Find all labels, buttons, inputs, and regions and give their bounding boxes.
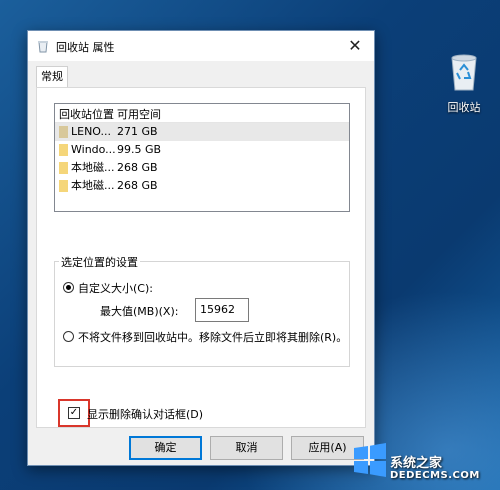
list-item[interactable]: LENO... 271 GB [55, 123, 349, 141]
list-item[interactable]: 本地磁... 268 GB [55, 159, 349, 177]
watermark: 系统之家 DEDECMS.COM [346, 418, 500, 490]
list-header: 回收站位置 可用空间 [55, 104, 349, 123]
recycle-bin-small-icon [38, 41, 48, 53]
recycle-bin-properties-dialog: 回收站 属性 ✕ 常规 回收站位置 可用空间 LENO... 271 GB Wi… [27, 30, 375, 466]
recycle-bin-icon [451, 54, 477, 91]
max-size-label: 最大值(MB)(X): [100, 305, 179, 318]
free-space-value: 271 GB [117, 125, 158, 138]
custom-size-label[interactable]: 自定义大小(C): [78, 280, 153, 296]
location-name: Windo... [71, 143, 116, 156]
tab-general[interactable]: 常规 [36, 66, 68, 88]
no-move-label[interactable]: 不将文件移到回收站中。移除文件后立即将其删除(R)。 [78, 329, 347, 345]
selected-location-settings: 选定位置的设置 自定义大小(C): 最大值(MB)(X): 15962 不将文件… [54, 254, 350, 367]
settings-legend: 选定位置的设置 [59, 254, 140, 270]
column-header-free-space[interactable]: 可用空间 [117, 106, 161, 122]
title-bar: 回收站 属性 ✕ [28, 31, 374, 61]
ok-button[interactable]: 确定 [129, 436, 202, 460]
no-move-radio[interactable] [63, 331, 74, 342]
custom-size-radio[interactable] [63, 282, 74, 293]
free-space-value: 99.5 GB [117, 143, 162, 156]
recycle-bin-label: 回收站 [447, 101, 481, 114]
general-tab-panel: 回收站位置 可用空间 LENO... 271 GB Windo... 99.5 … [36, 87, 366, 428]
confirm-delete-checkbox[interactable]: ✓ [68, 407, 80, 419]
desktop-recycle-bin[interactable]: 回收站 [436, 52, 492, 115]
folder-icon [59, 162, 68, 174]
cancel-button[interactable]: 取消 [210, 436, 283, 460]
folder-icon [59, 144, 68, 156]
folder-icon [59, 180, 68, 192]
windows-logo-icon [354, 443, 386, 477]
free-space-value: 268 GB [117, 179, 158, 192]
location-list[interactable]: 回收站位置 可用空间 LENO... 271 GB Windo... 99.5 … [54, 103, 350, 212]
close-button[interactable]: ✕ [344, 35, 366, 57]
list-item[interactable]: Windo... 99.5 GB [55, 141, 349, 159]
watermark-url: DEDECMS.COM [390, 470, 480, 481]
close-icon: ✕ [348, 36, 362, 55]
location-name: LENO... [71, 125, 112, 138]
max-size-input[interactable]: 15962 [195, 298, 249, 322]
location-name: 本地磁... [71, 161, 115, 174]
watermark-text: 系统之家 [390, 456, 443, 471]
folder-icon [59, 126, 68, 138]
confirm-delete-label[interactable]: 显示删除确认对话框(D) [87, 406, 203, 422]
list-item[interactable]: 本地磁... 268 GB [55, 177, 349, 195]
location-name: 本地磁... [71, 179, 115, 192]
dialog-title: 回收站 属性 [56, 41, 115, 54]
column-header-location[interactable]: 回收站位置 [59, 106, 114, 122]
free-space-value: 268 GB [117, 161, 158, 174]
